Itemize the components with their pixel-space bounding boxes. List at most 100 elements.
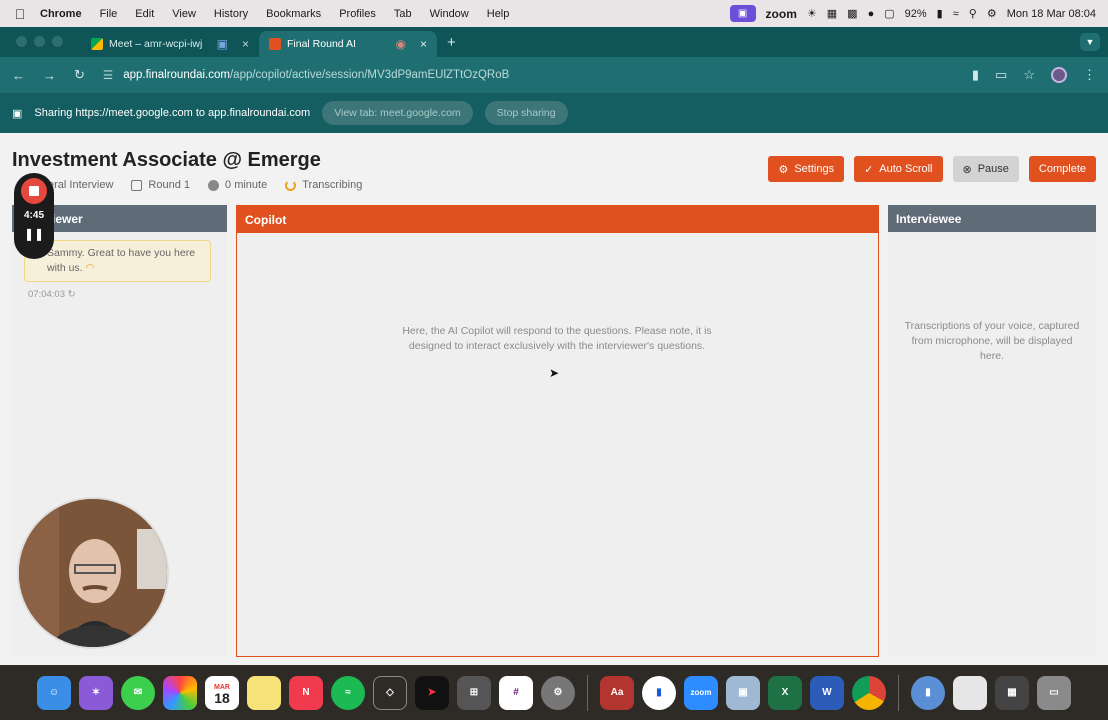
transcribing-status: Transcribing — [285, 179, 362, 191]
more-icon[interactable]: ⋮ — [1083, 67, 1096, 83]
auto-scroll-button[interactable]: ✓ Auto Scroll — [854, 156, 943, 182]
url-path: /app/copilot/active/session/MV3dP9amEUlZ… — [229, 69, 510, 81]
screenshots-stack-icon[interactable]: ▦ — [995, 675, 1029, 710]
chevron-down-icon[interactable]: ▼ — [1080, 33, 1100, 51]
messages-icon[interactable]: ✉ — [121, 675, 155, 710]
browser-toolbar: ← → ↻ ☰ app.finalroundai.com/app/copilot… — [0, 57, 1108, 93]
control-center-icon[interactable]: ⚙ — [987, 7, 997, 20]
notes-icon[interactable] — [247, 675, 281, 710]
window-icon[interactable]: ▢ — [884, 7, 894, 20]
back-icon[interactable]: ← — [12, 68, 25, 83]
new-tab-icon[interactable]: + — [447, 34, 456, 51]
menu-view[interactable]: View — [172, 8, 196, 20]
microphone-icon[interactable]: ▮ — [972, 67, 979, 83]
share-icon: ▣ — [12, 107, 23, 120]
image-icon[interactable]: ▩ — [847, 7, 857, 20]
dictionary-icon[interactable]: Aa — [600, 675, 634, 710]
stop-icon — [29, 186, 39, 196]
battery-icon[interactable]: ▮ — [937, 7, 943, 20]
clock-icon — [208, 179, 220, 191]
close-tab-icon[interactable]: × — [242, 37, 249, 51]
menu-file[interactable]: File — [100, 8, 118, 20]
pause-button[interactable]: ⊗ Pause — [952, 156, 1019, 182]
gear-icon: ⚙ — [778, 163, 789, 176]
preview-icon[interactable]: ▣ — [726, 675, 760, 710]
reload-icon[interactable]: ↻ — [74, 67, 85, 83]
interviewee-panel: Interviewee Transcriptions of your voice… — [888, 205, 1096, 657]
settings-button[interactable]: ⚙ Settings — [768, 156, 845, 182]
menu-window[interactable]: Window — [430, 8, 469, 20]
close-circle-icon: ⊗ — [962, 163, 972, 176]
check-circle-icon: ✓ — [864, 163, 874, 176]
webcam-bubble[interactable] — [17, 497, 169, 649]
copilot-placeholder: Here, the AI Copilot will respond to the… — [402, 325, 712, 352]
tab-strip: Meet – amr-wcpi-iwj ▣ × Final Round AI ◉… — [0, 27, 1108, 57]
news-icon[interactable]: N — [289, 675, 323, 710]
wifi-icon[interactable]: ≈ — [953, 8, 959, 20]
menu-bookmarks[interactable]: Bookmarks — [266, 8, 321, 20]
refresh-icon[interactable]: ↻ — [68, 289, 76, 300]
system-settings-icon[interactable]: ⚙ — [541, 675, 575, 710]
tab-title: Final Round AI — [287, 38, 356, 50]
tab-final-round-ai[interactable]: Final Round AI ◉ × — [259, 31, 437, 57]
zoom-status[interactable]: zoom — [766, 7, 797, 21]
chrome-icon[interactable] — [852, 675, 886, 710]
dock-separator — [898, 674, 899, 711]
spotify-icon[interactable]: ≈ — [331, 675, 365, 710]
menu-profiles[interactable]: Profiles — [339, 8, 376, 20]
stop-sharing-button[interactable]: Stop sharing — [484, 101, 568, 125]
trash-icon[interactable]: ▭ — [1037, 675, 1071, 710]
finder-icon[interactable]: ☺ — [37, 675, 71, 710]
calculator-icon[interactable]: ⊞ — [457, 675, 491, 710]
page-title: Investment Associate @ Emerge — [12, 149, 321, 171]
complete-button[interactable]: Complete — [1028, 156, 1096, 182]
sharing-text: Sharing https://meet.google.com to app.f… — [34, 107, 311, 119]
photos-icon[interactable] — [163, 675, 197, 710]
excel-icon[interactable]: X — [768, 675, 802, 710]
cast-icon[interactable]: ▭ — [995, 67, 1007, 83]
apple-icon[interactable]:  — [0, 6, 40, 22]
arrow-app-icon[interactable]: ➤ — [415, 675, 449, 710]
minimize-window-button[interactable] — [34, 36, 45, 47]
copilot-panel: Copilot Here, the AI Copilot will respon… — [236, 205, 879, 657]
forward-icon[interactable]: → — [43, 68, 56, 83]
layers-app-icon[interactable]: ◇ — [373, 675, 407, 710]
recording-time: 4:45 — [23, 210, 44, 221]
view-tab-button[interactable]: View tab: meet.google.com — [322, 101, 473, 125]
address-bar[interactable]: ☰ app.finalroundai.com/app/copilot/activ… — [103, 68, 509, 82]
grammarly-icon[interactable]: ▦ — [827, 7, 837, 20]
site-settings-icon[interactable]: ☰ — [103, 68, 113, 82]
battery-percent[interactable]: 92% — [905, 8, 927, 20]
spinner-icon — [285, 179, 297, 191]
slack-icon[interactable]: # — [499, 675, 533, 710]
onepassword-app-icon[interactable]: ▮ — [642, 675, 676, 710]
profile-avatar[interactable] — [1051, 67, 1067, 83]
pause-recording-icon[interactable]: ❚❚ — [24, 227, 44, 241]
zoom-app-icon[interactable]: zoom — [684, 675, 718, 710]
onepassword-icon[interactable]: ● — [868, 8, 875, 20]
calendar-icon — [131, 179, 143, 191]
menu-edit[interactable]: Edit — [135, 8, 154, 20]
menu-history[interactable]: History — [214, 8, 248, 20]
screen-share-icon[interactable]: ▣ — [729, 5, 756, 22]
bookmark-star-icon[interactable]: ☆ — [1023, 67, 1035, 83]
tab-google-meet[interactable]: Meet – amr-wcpi-iwj ▣ × — [81, 31, 259, 57]
mouse-cursor: ➤ — [549, 366, 560, 380]
word-icon[interactable]: W — [810, 675, 844, 710]
menu-tab[interactable]: Tab — [394, 8, 412, 20]
menu-help[interactable]: Help — [487, 8, 510, 20]
round-info: Round 1 — [131, 179, 190, 191]
downloads-icon[interactable]: ▮ — [911, 675, 945, 710]
tab-title: Meet – amr-wcpi-iwj — [109, 38, 203, 50]
menubar-clock[interactable]: Mon 18 Mar 08:04 — [1007, 8, 1096, 20]
calendar-app-icon[interactable]: MAR 18 — [205, 675, 239, 710]
close-tab-icon[interactable]: × — [420, 37, 427, 51]
brightness-icon[interactable]: ☀ — [807, 7, 817, 20]
launcher-app-icon[interactable]: ✶ — [79, 675, 113, 710]
documents-stack-icon[interactable] — [953, 675, 987, 710]
menu-app-name[interactable]: Chrome — [40, 8, 82, 20]
search-icon[interactable]: ⚲ — [969, 7, 977, 20]
stop-recording-button[interactable] — [21, 178, 47, 204]
maximize-window-button[interactable] — [52, 36, 63, 47]
close-window-button[interactable] — [16, 36, 27, 47]
